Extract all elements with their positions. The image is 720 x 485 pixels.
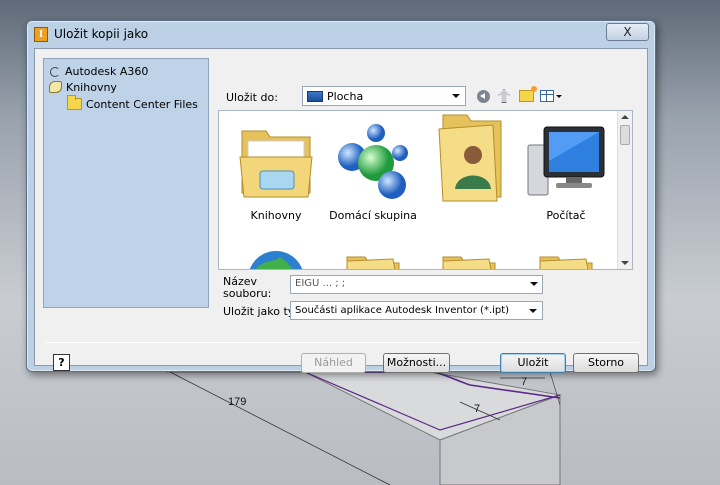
chevron-down-icon [529,309,537,313]
homegroup-icon [338,124,408,199]
title-bar[interactable]: I Uložit kopii jako X [27,21,655,47]
location-pane: Autodesk A360 Knihovny Content Center Fi… [43,58,209,308]
file-item-user-folder[interactable] [421,111,517,221]
nav-item-label: Autodesk A360 [65,64,149,78]
nav-item-content-center-files[interactable]: Content Center Files [67,95,198,112]
file-item-folder[interactable] [421,249,517,269]
cloud-icon [49,65,61,77]
libraries-folder-icon [239,130,313,198]
dialog-title: Uložit kopii jako [54,27,149,41]
dimension-label-7-top: 7 [521,376,528,388]
file-list-view[interactable]: Knihovny Domácí skupina Počítač [218,110,633,270]
save-button[interactable]: Uložit [500,353,566,373]
network-globe-icon [249,251,303,269]
filename-input[interactable]: EIGU ... ; ; [290,275,543,294]
folder-icon [346,256,400,269]
file-item-folder[interactable] [325,249,421,269]
dimension-label-7-side: 7 [474,403,481,415]
scrollbar-thumb[interactable] [620,125,630,145]
library-icon [49,81,62,93]
dialog-client-area: Autodesk A360 Knihovny Content Center Fi… [34,48,648,373]
chevron-down-icon [556,94,562,98]
up-folder-icon [498,89,510,103]
separator [45,342,639,343]
save-in-label: Uložit do: [226,91,278,104]
folder-icon [67,95,82,110]
nav-item-autodesk-a360[interactable]: Autodesk A360 [49,63,148,79]
help-button[interactable]: ? [53,354,70,371]
filename-dropdown[interactable] [528,275,543,294]
view-menu-icon [540,90,554,102]
save-copy-as-dialog: I Uložit kopii jako X Autodesk A360 Knih… [26,20,656,373]
nav-item-label: Knihovny [66,80,117,94]
filetype-combobox[interactable]: Součásti aplikace Autodesk Inventor (*.i… [290,301,543,320]
nav-item-label: Content Center Files [86,97,198,111]
filename-label: Název souboru: [223,275,272,300]
file-list-scrollbar[interactable] [617,111,632,269]
cancel-button[interactable]: Storno [573,353,639,373]
file-item-label: Knihovny [250,209,302,222]
folder-icon [539,256,593,269]
chevron-down-icon [530,282,538,286]
file-item-label: Počítač [546,209,586,222]
new-folder-button[interactable] [516,86,537,105]
inventor-app-icon: I [34,27,48,42]
back-button[interactable] [474,87,492,105]
save-in-value: Plocha [327,89,364,103]
save-in-combobox[interactable]: Plocha [302,86,466,106]
preview-button[interactable]: Náhled [301,353,366,373]
scroll-down-icon[interactable] [621,261,629,265]
scroll-up-icon[interactable] [621,115,629,119]
chevron-down-icon [452,94,460,98]
options-button[interactable]: Možnosti... [383,353,450,373]
view-menu-button[interactable] [539,87,563,105]
back-icon [476,89,490,103]
desktop-icon [307,90,323,102]
dimension-label-179: 179 [228,396,247,408]
folder-icon [442,256,496,269]
filetype-value: Součásti aplikace Autodesk Inventor (*.i… [295,305,510,316]
file-item-knihovny[interactable]: Knihovny [228,115,324,225]
close-button[interactable]: X [606,23,649,41]
file-item-pocitac[interactable]: Počítač [518,115,614,225]
up-folder-button[interactable] [495,87,513,105]
file-item-domaci-skupina[interactable]: Domácí skupina [325,115,421,225]
computer-icon [527,126,605,196]
file-item-folder[interactable] [518,249,614,269]
nav-item-knihovny[interactable]: Knihovny [49,79,117,95]
file-item-network[interactable] [228,249,324,269]
user-folder-icon [438,114,502,202]
file-item-label: Domácí skupina [329,209,417,222]
new-folder-icon [518,86,537,102]
